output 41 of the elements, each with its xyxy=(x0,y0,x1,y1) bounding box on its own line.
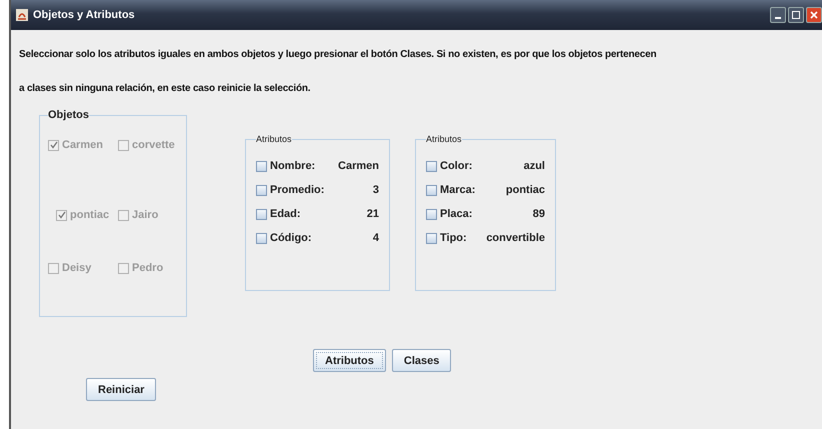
attribute-checkbox[interactable]: Promedio: xyxy=(256,184,324,196)
reset-button[interactable]: Reiniciar xyxy=(86,378,156,401)
maximize-button[interactable] xyxy=(788,7,804,23)
attribute-checkbox[interactable]: Marca: xyxy=(426,184,476,196)
attribute-checkbox[interactable]: Placa: xyxy=(426,208,472,220)
checkbox[interactable] xyxy=(256,184,267,196)
minimize-button[interactable] xyxy=(770,7,786,23)
action-button[interactable]: Clases xyxy=(392,349,452,372)
window-title: Objetos y Atributos xyxy=(33,9,135,21)
attribute-value: convertible xyxy=(486,232,545,244)
checkmark-icon xyxy=(50,141,58,149)
maximize-icon xyxy=(792,11,800,19)
close-button[interactable] xyxy=(806,7,822,23)
checkbox[interactable] xyxy=(256,208,267,220)
panel-title: Atributos xyxy=(426,134,462,144)
attribute-checkbox[interactable]: Tipo: xyxy=(426,232,467,244)
attribute-value: 4 xyxy=(372,232,379,244)
attribute-value: pontiac xyxy=(506,184,545,196)
panel-title: Atributos xyxy=(256,134,292,144)
checkbox[interactable] xyxy=(426,208,437,220)
instruction-text: Seleccionar solo los atributos iguales en ambos objetos y luego presionar el botón Clases. Si no existen, es por que los objetos pertenecen xyxy=(19,48,658,62)
attribute-checkbox[interactable]: Color: xyxy=(426,160,472,172)
attribute-value: azul xyxy=(524,160,545,172)
checkbox[interactable] xyxy=(256,160,267,172)
checkmark-icon xyxy=(58,211,66,219)
instruction-text: a clases sin ninguna relación, en este caso reinicie la selección. xyxy=(19,82,312,96)
checkbox[interactable] xyxy=(426,184,437,196)
panel-title: Objetos xyxy=(48,109,89,121)
checkbox[interactable] xyxy=(426,160,437,172)
attribute-checkbox[interactable]: Nombre: xyxy=(256,160,316,172)
attribute-value: Carmen xyxy=(338,160,379,172)
attribute-checkbox[interactable]: Edad: xyxy=(256,208,301,220)
action-button[interactable]: Atributos xyxy=(313,349,386,372)
attribute-value: 21 xyxy=(366,208,379,220)
app-icon xyxy=(15,8,29,22)
attribute-value: 3 xyxy=(372,184,379,196)
attribute-checkbox[interactable]: Código: xyxy=(256,232,312,244)
close-icon xyxy=(810,11,818,19)
attribute-value: 89 xyxy=(532,208,545,220)
checkbox[interactable] xyxy=(256,232,267,244)
checkbox[interactable] xyxy=(426,232,437,244)
